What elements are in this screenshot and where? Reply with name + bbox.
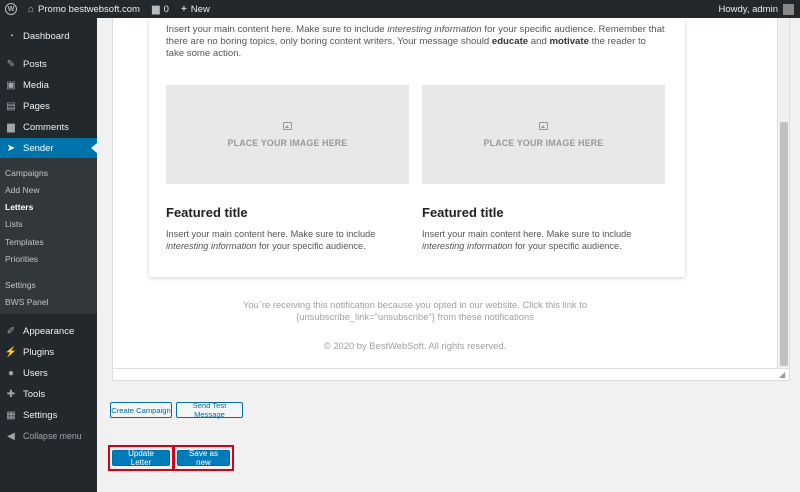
site-name-link[interactable]: ⌂ Promo bestwebsoft.com <box>22 0 146 18</box>
featured-text: Insert your main content here. Make sure… <box>166 229 376 251</box>
scrollbar-thumb[interactable] <box>780 122 788 366</box>
submenu-item-lists[interactable]: Lists <box>5 219 22 229</box>
pin-icon: ✎ <box>6 58 16 70</box>
submenu-item-bws-panel[interactable]: BWS Panel <box>5 297 48 307</box>
image-icon <box>539 121 548 130</box>
save-as-new-button[interactable]: Save as new <box>177 449 230 467</box>
dashboard-icon: ◔ <box>7 30 15 42</box>
submenu-item-settings[interactable]: Settings <box>5 280 36 290</box>
submenu-item-templates[interactable]: Templates <box>5 237 44 247</box>
menu-item-comments[interactable]: ▆ Comments <box>0 117 97 137</box>
create-campaign-button[interactable]: Create Campaign <box>110 402 172 418</box>
save-as-new-highlight: Save as new <box>173 445 234 471</box>
preview-scrollbar[interactable] <box>777 18 789 368</box>
menu-item-users[interactable]: ● Users <box>0 363 97 383</box>
menu-item-posts[interactable]: ✎ Posts <box>0 54 97 74</box>
avatar <box>783 3 794 15</box>
menu-item-sender[interactable]: ➤ Sender <box>0 138 97 158</box>
featured-title: Featured title <box>166 205 248 220</box>
submenu-item-add-new[interactable]: Add New <box>5 185 40 195</box>
comment-icon: ▆ <box>7 121 15 133</box>
resize-handle-icon[interactable]: ◢ <box>779 371 787 379</box>
menu-item-media[interactable]: ▣ Media <box>0 75 97 95</box>
menu-item-pages[interactable]: ▤ Pages <box>0 96 97 116</box>
user-icon: ● <box>7 367 15 379</box>
settings-icon: ▦ <box>6 409 16 421</box>
comment-bubble-icon: ▆ <box>151 3 160 15</box>
update-letter-button[interactable]: Update Letter <box>112 449 170 467</box>
image-icon <box>283 121 292 130</box>
image-placeholder: PLACE YOUR IMAGE HERE <box>422 85 665 184</box>
unsubscribe-notice: You`re receiving this notification becau… <box>242 299 588 322</box>
frame-status-bar: ◢ <box>113 368 789 380</box>
pages-icon: ▤ <box>6 100 16 112</box>
featured-text: Insert your main content here. Make sure… <box>422 229 632 251</box>
copyright-text: © 2020 by BestWebSoft. All rights reserv… <box>323 340 507 351</box>
menu-item-plugins[interactable]: ⚡ Plugins <box>0 342 97 362</box>
account-menu[interactable]: Howdy, admin <box>719 3 800 15</box>
new-content-link[interactable]: + New <box>175 0 216 18</box>
menu-item-tools[interactable]: ✚ Tools <box>0 384 97 404</box>
brush-icon: ✐ <box>6 325 16 337</box>
collapse-icon: ◀ <box>7 430 15 442</box>
plus-icon: + <box>180 3 187 15</box>
submenu-item-campaigns[interactable]: Campaigns <box>5 168 48 178</box>
sender-submenu: Campaigns Add New Letters Lists Template… <box>0 158 97 314</box>
wordpress-logo-icon[interactable]: W <box>0 0 22 18</box>
submenu-item-letters[interactable]: Letters <box>5 202 33 212</box>
collapse-menu-button[interactable]: ◀ Collapse menu <box>0 426 97 446</box>
submenu-item-priorities[interactable]: Priorities <box>5 254 38 264</box>
paper-plane-icon: ➤ <box>6 142 16 154</box>
update-letter-highlight: Update Letter <box>108 445 174 471</box>
admin-sidebar: ◔ Dashboard ✎ Posts ▣ Media ▤ Pages ▆ Comment… <box>0 18 97 492</box>
menu-item-dashboard[interactable]: ◔ Dashboard <box>0 26 97 46</box>
letter-intro-text: Insert your main content here. Make sure… <box>166 24 665 59</box>
plug-icon: ⚡ <box>4 346 18 358</box>
menu-item-appearance[interactable]: ✐ Appearance <box>0 321 97 341</box>
image-placeholder: PLACE YOUR IMAGE HERE <box>166 85 409 184</box>
home-icon: ⌂ <box>28 3 35 15</box>
wrench-icon: ✚ <box>6 388 16 400</box>
menu-item-settings[interactable]: ▦ Settings <box>0 405 97 425</box>
featured-title: Featured title <box>422 205 504 220</box>
comments-link[interactable]: ▆ 0 <box>146 0 175 18</box>
media-icon: ▣ <box>6 79 16 91</box>
admin-bar: W ⌂ Promo bestwebsoft.com ▆ 0 + New Howd… <box>0 0 800 18</box>
send-test-message-button[interactable]: Send Test Message <box>176 401 243 419</box>
